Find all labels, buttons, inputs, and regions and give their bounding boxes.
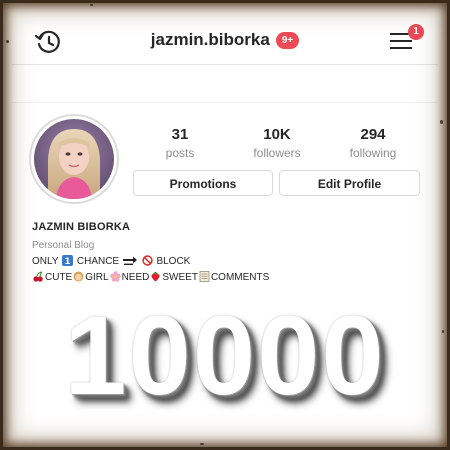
border-speck xyxy=(442,330,444,333)
bio-line-2: CUTE GIRL NEED SWEET COMMENTS xyxy=(32,271,422,283)
profile-photo xyxy=(34,119,114,199)
posts-count: 31 xyxy=(171,126,189,143)
followers-label: followers xyxy=(253,146,301,160)
bio-line-1: ONLY 1 CHANCE BLOCK xyxy=(32,255,422,267)
edit-profile-button[interactable]: Edit Profile xyxy=(279,170,420,196)
stat-followers[interactable]: 10K followers xyxy=(237,126,317,160)
bio-word: NEED xyxy=(121,272,150,283)
soon-arrow-icon xyxy=(122,256,137,265)
profile-header: jazmin.biborka 9+ 1 xyxy=(12,14,438,65)
screenshot-frame: jazmin.biborka 9+ 1 31 posts 10K followe… xyxy=(0,0,450,450)
memo-icon xyxy=(199,271,210,282)
bio-word: CHANCE xyxy=(76,256,120,267)
posts-label: posts xyxy=(165,146,195,160)
prohibited-icon xyxy=(141,255,153,266)
bio-word: BLOCK xyxy=(156,256,191,267)
border-speck xyxy=(90,4,93,6)
menu-badge: 1 xyxy=(408,24,424,40)
divider xyxy=(12,102,438,103)
profile-bio: JAZMIN BIBORKA Personal Blog ONLY 1 CHAN… xyxy=(32,221,422,283)
category-label: Personal Blog xyxy=(32,240,95,251)
followers-count: 10K xyxy=(263,126,291,143)
strawberry-icon xyxy=(151,271,160,282)
border-speck xyxy=(6,40,9,43)
display-name: JAZMIN BIBORKA xyxy=(32,221,131,233)
bio-word: ONLY xyxy=(32,256,59,267)
stat-posts[interactable]: 31 posts xyxy=(140,126,220,160)
keycap-1-icon: 1 xyxy=(62,255,74,266)
big-number-overlay: 10000 xyxy=(64,293,386,418)
svg-text:1: 1 xyxy=(64,257,70,266)
stat-following[interactable]: 294 following xyxy=(333,126,413,160)
username-area[interactable]: jazmin.biborka 9+ xyxy=(12,30,438,54)
bio-word: COMMENTS xyxy=(210,272,270,283)
profile-stats: 31 posts 10K followers 294 following xyxy=(140,126,430,166)
username[interactable]: jazmin.biborka xyxy=(151,30,270,49)
girl-icon xyxy=(73,271,84,282)
bio-word: SWEET xyxy=(162,272,198,283)
bio-word: CUTE xyxy=(45,272,73,283)
notification-badge[interactable]: 9+ xyxy=(275,31,300,49)
cherries-icon xyxy=(33,271,43,282)
bio-word: GIRL xyxy=(85,272,109,283)
promotions-button[interactable]: Promotions xyxy=(133,170,273,196)
following-label: following xyxy=(349,146,397,160)
border-speck xyxy=(440,120,443,124)
following-count: 294 xyxy=(360,126,386,143)
border-speck xyxy=(200,443,204,445)
avatar[interactable] xyxy=(29,114,119,204)
blossom-icon xyxy=(109,271,121,282)
